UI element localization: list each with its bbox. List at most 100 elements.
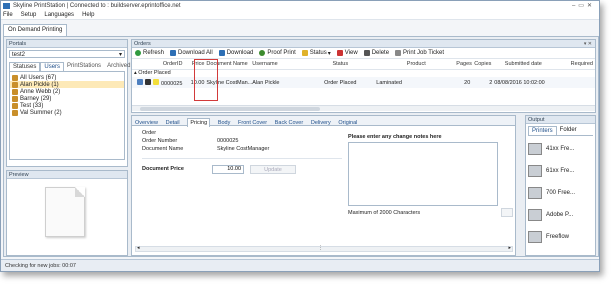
camera-icon <box>145 78 151 85</box>
tab-back-cover[interactable]: Back Cover <box>275 120 303 126</box>
printer-item[interactable]: Adobe P... <box>528 204 593 226</box>
side-button[interactable] <box>501 208 513 217</box>
panel-controls[interactable]: ▾ ✕ <box>584 41 592 47</box>
status-cell: Order Placed <box>324 79 357 86</box>
submitted-date-cell: 08/08/2016 10:02:00 <box>494 79 545 86</box>
scroll-right-icon[interactable]: ▸ <box>508 245 511 251</box>
window-controls[interactable]: –▭✕ <box>572 2 595 9</box>
user-label: Barney (29) <box>20 95 52 102</box>
list-item[interactable]: All Users (67) <box>10 74 124 81</box>
col-product[interactable]: Product <box>376 59 456 69</box>
tab-detail[interactable]: Detail <box>166 120 180 126</box>
col-required[interactable]: Required <box>552 59 595 69</box>
col-username[interactable]: Username <box>252 59 304 69</box>
scroll-left-icon[interactable]: ◂ <box>137 245 140 251</box>
title-bar: Skyline PrintStation | Connected to : bu… <box>1 1 599 11</box>
download-all-icon <box>170 50 177 56</box>
col-orderid[interactable]: OrderID <box>145 59 184 69</box>
output-header: Output <box>526 116 595 124</box>
printer-item[interactable]: 61xx Fre... <box>528 160 593 182</box>
trash-icon <box>363 50 370 56</box>
window-title: Skyline PrintStation | Connected to : bu… <box>13 3 181 9</box>
document-price-input[interactable] <box>212 164 244 174</box>
tab-body[interactable]: Body <box>218 120 231 126</box>
menu-setup[interactable]: Setup <box>21 12 37 18</box>
list-item[interactable]: Alan Pickle (1) <box>10 81 124 88</box>
proof-print-label: Proof Print <box>267 50 296 56</box>
tab-delivery[interactable]: Delivery <box>311 120 331 126</box>
tab-statuses[interactable]: Statuses <box>9 62 41 71</box>
horizontal-scrollbar[interactable] <box>132 105 595 111</box>
view-label: View <box>344 50 358 56</box>
printer-label: Freeflow <box>546 234 570 240</box>
delete-button[interactable]: Delete <box>363 50 389 56</box>
download-all-button[interactable]: Download All <box>170 50 213 56</box>
tab-pricing[interactable]: Pricing <box>187 118 211 127</box>
list-item[interactable]: Barney (29) <box>10 95 124 102</box>
pricing-form: Order Order Number 0000025 Document Name… <box>142 130 342 174</box>
max-characters-label: Maximum of 2000 Characters <box>348 210 421 216</box>
download-button[interactable]: Download <box>218 50 254 56</box>
printer-label: 61xx Fre... <box>546 168 575 174</box>
col-submitted-date[interactable]: Submitted date <box>494 59 552 69</box>
document-icon <box>137 78 143 85</box>
refresh-label: Refresh <box>143 50 165 56</box>
printer-item[interactable]: 41xx Fre... <box>528 138 593 160</box>
printer-item[interactable]: 700 Free... <box>528 182 593 204</box>
document-name-label: Document Name <box>142 146 184 152</box>
user-label: Val Summer (2) <box>20 109 62 116</box>
proof-print-button[interactable]: Proof Print <box>259 50 296 56</box>
app-window: Skyline PrintStation | Connected to : bu… <box>0 0 600 272</box>
portal-select[interactable]: test2 ▾ <box>9 50 125 58</box>
document-preview-icon <box>45 187 85 237</box>
tab-on-demand-printing[interactable]: On Demand Printing <box>3 24 68 36</box>
refresh-button[interactable]: Refresh <box>135 50 164 56</box>
portals-header: Portals <box>7 40 127 48</box>
view-icon <box>336 50 343 56</box>
yellow-flag-icon <box>153 78 159 85</box>
menu-languages[interactable]: Languages <box>44 12 74 18</box>
view-button[interactable]: View <box>336 50 358 56</box>
download-icon <box>218 50 225 56</box>
user-icon <box>12 102 18 109</box>
pages-cell: 20 <box>464 79 471 86</box>
chevron-down-icon: ▾ <box>327 50 331 57</box>
tab-archived[interactable]: Archived <box>104 62 133 71</box>
status-label: Status <box>309 50 327 56</box>
detail-tabs: Overview Detail Pricing Body Front Cover… <box>132 116 515 127</box>
list-item[interactable]: Anne Webb (2) <box>10 88 124 95</box>
tab-front-cover[interactable]: Front Cover <box>238 120 267 126</box>
change-notes-input[interactable] <box>348 142 498 206</box>
horizontal-scrollbar[interactable]: ◂ ⋮ ▸ <box>135 245 513 252</box>
status-bar: Checking for new jobs: 00:07 <box>1 259 599 271</box>
tab-folder[interactable]: Folder <box>557 126 580 135</box>
printer-item[interactable]: Freeflow <box>528 226 593 248</box>
output-panel: Output Printers Folder 41xx Fre... 61xx … <box>525 115 596 256</box>
menu-bar: File Setup Languages Help <box>1 11 599 20</box>
list-item[interactable]: Test (33) <box>10 102 124 109</box>
order-number-value: 0000025 <box>217 138 239 144</box>
status-button[interactable]: Status ▾ <box>301 50 331 57</box>
tab-printstations[interactable]: PrintStations <box>64 62 104 71</box>
divider <box>142 158 342 159</box>
printer-icon <box>528 209 542 221</box>
tab-overview[interactable]: Overview <box>135 120 158 126</box>
document-price-label: Document Price <box>142 166 184 172</box>
col-status[interactable]: Status <box>304 59 376 69</box>
tab-users[interactable]: Users <box>40 62 65 71</box>
download-label: Download <box>226 50 254 56</box>
menu-file[interactable]: File <box>3 12 13 18</box>
tab-original[interactable]: Original <box>338 120 357 126</box>
menu-help[interactable]: Help <box>82 12 94 18</box>
tab-printers[interactable]: Printers <box>528 126 557 135</box>
document-name-value: Skyline CostManager <box>217 146 270 152</box>
col-pages[interactable]: Pages <box>456 59 474 69</box>
print-job-ticket-button[interactable]: Print Job Ticket <box>395 50 444 56</box>
list-item[interactable]: Val Summer (2) <box>10 109 124 116</box>
col-copies[interactable]: Copies <box>474 59 494 69</box>
portals-tabs: Statuses Users PrintStations Archived <box>9 62 130 72</box>
main-tabs: On Demand Printing <box>3 24 68 36</box>
scroll-grip-icon[interactable]: ⋮ <box>318 245 323 251</box>
update-button[interactable]: Update <box>250 164 296 174</box>
order-id-cell: 0000025 <box>161 80 183 87</box>
